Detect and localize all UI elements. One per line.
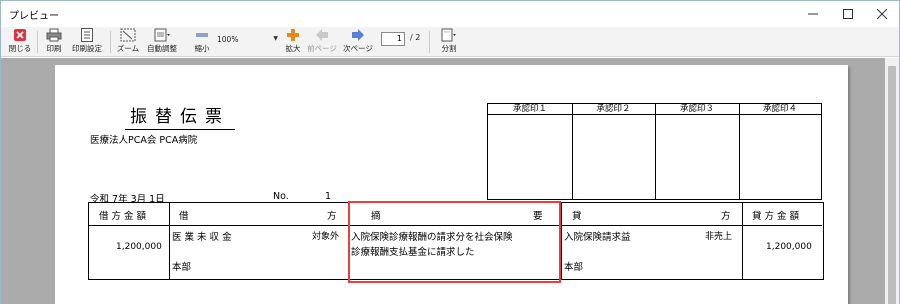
column-divider <box>169 203 170 279</box>
credit-department: 本部 <box>564 262 584 273</box>
voucher-title: 振替伝票 <box>125 102 235 130</box>
credit-header-left: 貸 <box>572 211 582 222</box>
toolbar-separator <box>110 31 111 53</box>
credit-amount-value: 1,200,000 <box>766 242 812 252</box>
zoom-label: ズーム <box>116 44 140 53</box>
vertical-scrollbar[interactable] <box>885 58 899 304</box>
shrink-label: 縮小 <box>194 44 210 53</box>
toolbar: 閉じる 印刷 印刷設定 ズーム 自動調整 縮小 100% ▼ 拡大 前ページ 次… <box>1 27 899 57</box>
debit-tax-category: 対象外 <box>312 232 340 242</box>
enlarge-button[interactable]: 拡大 <box>282 28 304 56</box>
close-button[interactable]: 閉じる <box>7 28 33 56</box>
close-window-button[interactable] <box>865 1 899 27</box>
debit-amount-header: 借方金額 <box>99 211 150 222</box>
approval-header-3: 承認印３ <box>655 104 739 115</box>
column-divider <box>742 203 743 279</box>
zoom-icon <box>120 28 136 42</box>
plus-icon <box>285 28 301 42</box>
auto-adjust-button[interactable]: 自動調整 <box>143 28 181 56</box>
toolbar-separator <box>37 31 38 53</box>
debit-header-left: 借 <box>179 211 189 222</box>
voucher-page: 振替伝票 医療法人PCA会 PCA病院 令和 7年 3月 1日 No. 1 承認… <box>55 65 848 304</box>
debit-amount-value: 1,200,000 <box>116 242 162 252</box>
auto-adjust-icon <box>154 28 170 42</box>
next-page-button[interactable]: 次ページ <box>342 28 374 56</box>
printer-icon <box>46 28 62 42</box>
minus-icon <box>194 28 210 42</box>
print-settings-button[interactable]: 印刷設定 <box>68 28 106 56</box>
page-total: / 2 <box>410 33 421 42</box>
credit-account: 入院保険請求益 <box>564 232 631 243</box>
approval-divider <box>572 104 573 199</box>
print-label: 印刷 <box>46 44 62 53</box>
print-settings-icon <box>79 28 95 42</box>
maximize-icon <box>843 9 853 19</box>
column-divider <box>561 203 562 279</box>
arrow-right-icon <box>350 28 366 42</box>
approval-divider <box>655 104 656 199</box>
credit-header-right: 方 <box>721 211 731 222</box>
preview-area: 振替伝票 医療法人PCA会 PCA病院 令和 7年 3月 1日 No. 1 承認… <box>1 58 899 304</box>
zoom-select[interactable]: 100% ▼ <box>214 32 278 46</box>
credit-tax-category: 非売上 <box>705 232 733 242</box>
debit-department: 本部 <box>172 262 192 273</box>
approval-header-1: 承認印１ <box>488 104 572 115</box>
next-page-label: 次ページ <box>343 44 373 53</box>
window-title: プレビュー <box>9 11 59 22</box>
prev-page-button[interactable]: 前ページ <box>306 28 338 56</box>
split-label: 分割 <box>441 44 457 53</box>
company-name: 医療法人PCA会 PCA病院 <box>90 135 198 146</box>
debit-account: 医 業 未 収 金 <box>172 232 232 243</box>
preview-window: プレビュー 閉じる 印刷 印刷設定 ズーム 自動調整 縮小 100% ▼ 拡大 … <box>0 0 900 304</box>
auto-adjust-label: 自動調整 <box>147 44 177 53</box>
debit-header-right: 方 <box>327 211 337 222</box>
enlarge-label: 拡大 <box>285 44 301 53</box>
zoom-button[interactable]: ズーム <box>115 28 141 56</box>
close-label: 閉じる <box>8 44 32 53</box>
summary-highlight-box <box>348 201 561 283</box>
print-button[interactable]: 印刷 <box>42 28 66 56</box>
toolbar-separator <box>429 31 430 53</box>
close-icon <box>877 9 887 19</box>
zoom-value: 100% <box>217 34 239 44</box>
split-icon <box>441 28 457 42</box>
scrollbar-thumb[interactable] <box>888 66 896 304</box>
print-settings-label: 印刷設定 <box>72 44 102 53</box>
maximize-button[interactable] <box>831 1 865 27</box>
approval-header-4: 承認印４ <box>739 104 821 115</box>
page-number-input[interactable]: 1 <box>381 32 405 46</box>
credit-amount-header: 貸方金額 <box>752 211 803 222</box>
approval-header-2: 承認印２ <box>572 104 655 115</box>
split-button[interactable]: 分割 <box>434 28 464 56</box>
dropdown-arrow-icon: ▼ <box>273 35 278 42</box>
minimize-icon <box>808 13 818 15</box>
approval-stamps: 承認印１ 承認印２ 承認印３ 承認印４ <box>487 103 822 200</box>
close-x-icon <box>12 28 28 42</box>
minimize-button[interactable] <box>796 1 830 27</box>
voucher-no-value: 1 <box>325 191 332 202</box>
prev-page-label: 前ページ <box>307 44 337 53</box>
shrink-button[interactable]: 縮小 <box>191 28 213 56</box>
approval-divider <box>739 104 740 199</box>
arrow-left-icon <box>314 28 330 42</box>
title-bar: プレビュー <box>1 1 899 27</box>
voucher-no-label: No. <box>273 191 289 202</box>
